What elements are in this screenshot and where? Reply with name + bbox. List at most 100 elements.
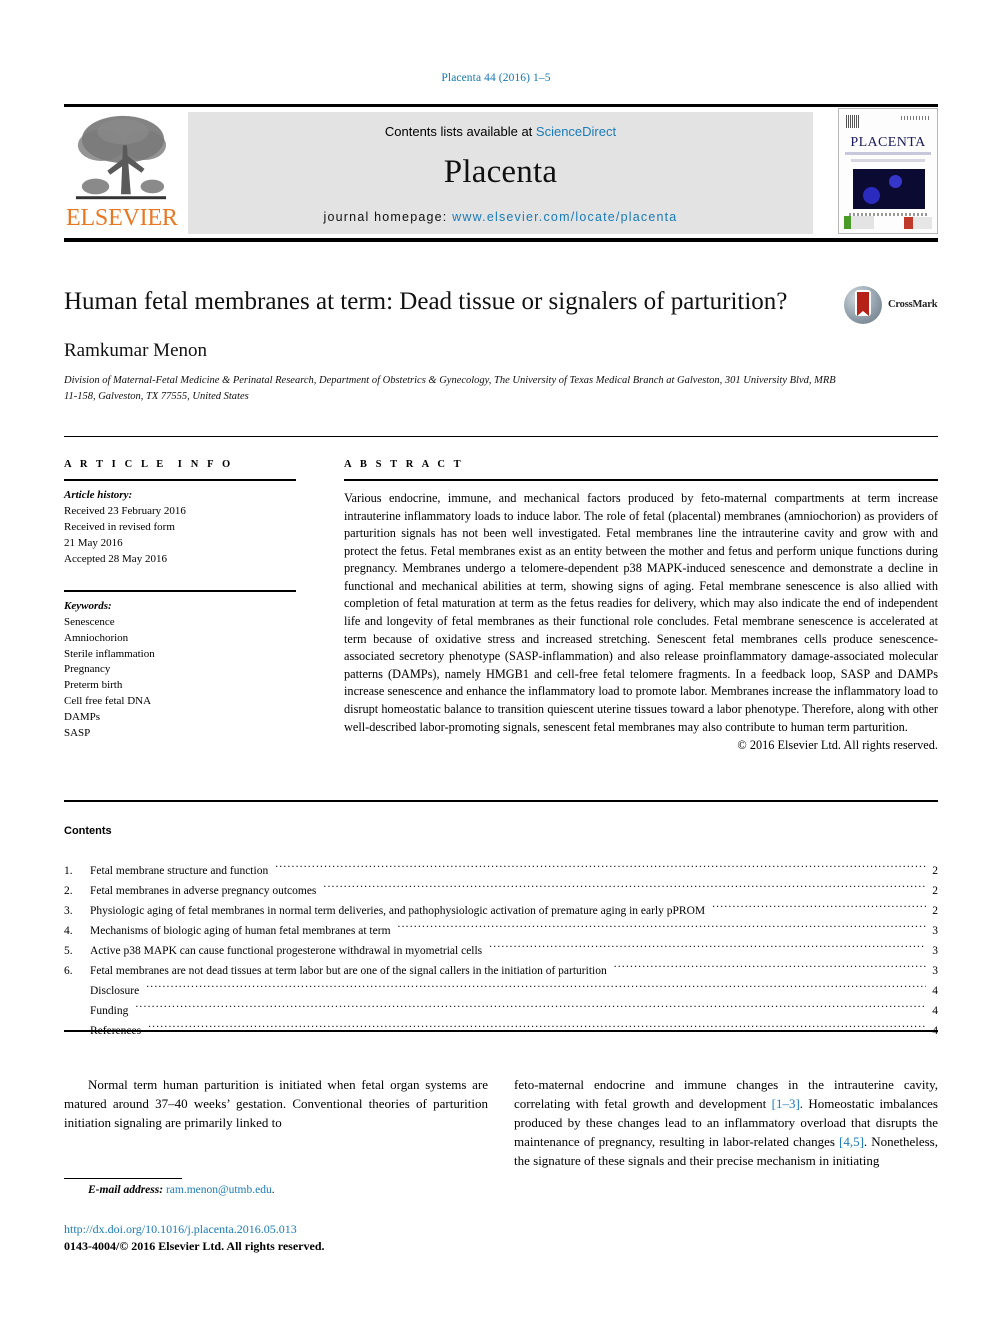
cover-cell-1 bbox=[863, 187, 880, 204]
body-column-left: Normal term human parturition is initiat… bbox=[64, 1076, 488, 1133]
toc-leader-dots bbox=[135, 1003, 926, 1015]
toc-label: Funding bbox=[90, 1005, 129, 1017]
keyword-item: Preterm birth bbox=[64, 679, 123, 692]
toc-leader-dots bbox=[323, 883, 926, 895]
journal-homepage-line: journal homepage: www.elsevier.com/locat… bbox=[188, 210, 813, 224]
abstract-text: Various endocrine, immune, and mechanica… bbox=[344, 491, 938, 734]
history-item: 21 May 2016 bbox=[64, 536, 123, 549]
abstract-copyright: © 2016 Elsevier Ltd. All rights reserved… bbox=[737, 738, 938, 753]
keywords-block: Keywords: Senescence Amniochorion Steril… bbox=[64, 589, 296, 742]
toc-label: Fetal membranes are not dead tissues at … bbox=[90, 965, 607, 977]
title-block: Human fetal membranes at term: Dead tiss… bbox=[64, 286, 844, 406]
toc-label: Disclosure bbox=[90, 985, 140, 997]
crossmark-bookmark-icon bbox=[857, 292, 869, 316]
history-item: Accepted 28 May 2016 bbox=[64, 552, 167, 565]
footnote-rule bbox=[64, 1178, 182, 1179]
toc-entry[interactable]: Disclosure 4 bbox=[64, 981, 938, 1001]
masthead-bottom-rule bbox=[64, 238, 938, 242]
article-history-label: Article history: bbox=[64, 489, 133, 501]
keyword-item: Cell free fetal DNA bbox=[64, 695, 152, 708]
body-paragraph-right: feto-maternal endocrine and immune chang… bbox=[514, 1076, 938, 1171]
contents-heading: Contents bbox=[64, 825, 112, 837]
toc-number: 2. bbox=[64, 885, 73, 897]
elsevier-tree-icon bbox=[75, 115, 167, 200]
journal-cover-thumbnail: PLACENTA bbox=[838, 108, 938, 234]
crossmark-badge[interactable]: CrossMark bbox=[844, 286, 938, 324]
keyword-item: DAMPs bbox=[64, 711, 101, 724]
citation-ref-1[interactable]: [1–3] bbox=[772, 1096, 800, 1111]
toc-page-number: 2 bbox=[932, 865, 938, 877]
abstract-column: A B S T R A C T Various endocrine, immun… bbox=[344, 459, 938, 753]
toc-entry[interactable]: 2. Fetal membranes in adverse pregnancy … bbox=[64, 881, 938, 901]
email-suffix: . bbox=[271, 1184, 275, 1196]
toc-entry[interactable]: 5. Active p38 MAPK can cause functional … bbox=[64, 941, 938, 961]
cover-microscopy-image bbox=[853, 169, 925, 209]
cover-subtitle-bar bbox=[845, 152, 931, 155]
keyword-item: Amniochorion bbox=[64, 631, 129, 644]
cover-barcode-icon bbox=[846, 115, 860, 128]
abstract-bottom-rule bbox=[64, 800, 938, 802]
toc-entry[interactable]: 4. Mechanisms of biologic aging of human… bbox=[64, 921, 938, 941]
author-name: Ramkumar Menon bbox=[64, 340, 208, 361]
toc-label: Fetal membrane structure and function bbox=[90, 865, 269, 877]
citation-ref-2[interactable]: [4,5] bbox=[839, 1134, 864, 1149]
keywords-label: Keywords: bbox=[64, 599, 112, 612]
masthead-gray-band: Contents lists available at ScienceDirec… bbox=[188, 112, 813, 234]
keyword-item: Sterile inflammation bbox=[64, 647, 155, 660]
email-address-link[interactable]: ram.menon@utmb.edu bbox=[166, 1184, 272, 1196]
toc-entry[interactable]: 6. Fetal membranes are not dead tissues … bbox=[64, 961, 938, 981]
issn-copyright: 0143-4004/© 2016 Elsevier Ltd. All right… bbox=[64, 1239, 325, 1253]
toc-leader-dots bbox=[275, 863, 926, 875]
cover-title: PLACENTA bbox=[850, 135, 926, 150]
toc-leader-dots bbox=[489, 943, 926, 955]
paper-title: Human fetal membranes at term: Dead tiss… bbox=[64, 288, 788, 315]
toc-leader-dots bbox=[148, 1023, 926, 1035]
contents-lists-line: Contents lists available at ScienceDirec… bbox=[188, 124, 813, 139]
toc-page-number: 2 bbox=[932, 885, 938, 897]
toc-entry[interactable]: 3. Physiologic aging of fetal membranes … bbox=[64, 901, 938, 921]
crossmark-icon bbox=[844, 286, 882, 324]
toc-label: Physiologic aging of fetal membranes in … bbox=[90, 905, 706, 917]
email-footnote: E-mail address: ram.menon@utmb.edu. bbox=[64, 1184, 488, 1196]
doi-link[interactable]: http://dx.doi.org/10.1016/j.placenta.201… bbox=[64, 1222, 297, 1237]
homepage-prefix: journal homepage: bbox=[323, 210, 453, 224]
keyword-item: Senescence bbox=[64, 615, 115, 628]
article-info-column: A R T I C L E I N F O Article history: R… bbox=[64, 459, 296, 742]
toc-leader-dots bbox=[398, 923, 927, 935]
paper-page: Placenta 44 (2016) 1–5 ELSEVIER Contents… bbox=[0, 0, 992, 1323]
contents-lists-prefix: Contents lists available at bbox=[384, 124, 536, 139]
homepage-url-link[interactable]: www.elsevier.com/locate/placenta bbox=[452, 210, 677, 224]
toc-label: Fetal membranes in adverse pregnancy out… bbox=[90, 885, 317, 897]
toc-leader-dots bbox=[146, 983, 926, 995]
abstract-heading: A B S T R A C T bbox=[344, 459, 464, 470]
toc-entry[interactable]: 1. Fetal membrane structure and function… bbox=[64, 861, 938, 881]
cover-issue-line bbox=[901, 116, 931, 120]
toc-label: Active p38 MAPK can cause functional pro… bbox=[90, 945, 483, 957]
abstract-rule bbox=[344, 479, 938, 481]
toc-leader-dots bbox=[712, 903, 926, 915]
toc-number: 6. bbox=[64, 965, 73, 977]
article-info-heading: A R T I C L E I N F O bbox=[64, 459, 234, 470]
history-item: Received in revised form bbox=[64, 520, 175, 533]
crossmark-label: CrossMark bbox=[888, 299, 938, 310]
masthead-top-rule bbox=[64, 104, 938, 107]
keyword-item: Pregnancy bbox=[64, 663, 111, 676]
toc-number: 1. bbox=[64, 865, 73, 877]
toc-page-number: 4 bbox=[932, 985, 938, 997]
keyword-item: SASP bbox=[64, 727, 91, 740]
sciencedirect-link[interactable]: ScienceDirect bbox=[536, 124, 616, 139]
body-paragraph-left: Normal term human parturition is initiat… bbox=[64, 1077, 488, 1130]
article-info-rule bbox=[64, 479, 296, 481]
toc-page-number: 4 bbox=[932, 1005, 938, 1017]
email-label: E-mail address: bbox=[88, 1184, 164, 1196]
toc-entry[interactable]: Funding 4 bbox=[64, 1001, 938, 1021]
cover-footer-right bbox=[904, 217, 932, 229]
journal-masthead: ELSEVIER Contents lists available at Sci… bbox=[64, 104, 938, 234]
body-column-right: feto-maternal endocrine and immune chang… bbox=[514, 1076, 938, 1171]
running-head: Placenta 44 (2016) 1–5 bbox=[441, 72, 551, 84]
elsevier-wordmark: ELSEVIER bbox=[66, 205, 178, 231]
keywords-rule bbox=[64, 589, 296, 592]
cover-footer-left bbox=[844, 216, 874, 229]
toc-page-number: 3 bbox=[932, 945, 938, 957]
elsevier-logo: ELSEVIER bbox=[66, 112, 178, 234]
